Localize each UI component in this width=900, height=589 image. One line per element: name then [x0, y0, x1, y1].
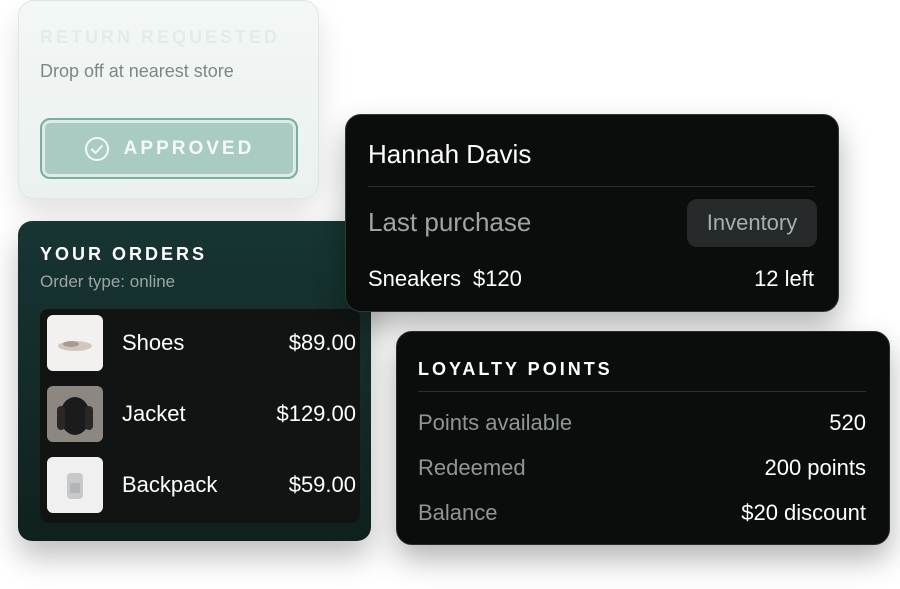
loyalty-points-card: LOYALTY POINTS Points available 520 Rede… [396, 331, 890, 545]
orders-subtitle: Order type: online [40, 272, 176, 291]
return-subtitle: Drop off at nearest store [40, 61, 234, 81]
order-name: Backpack [122, 472, 218, 497]
your-orders-card: YOUR ORDERS Order type: online Shoes $89… [18, 221, 371, 541]
divider [418, 391, 866, 392]
approved-label: APPROVED [123, 137, 255, 159]
order-name: Shoes [122, 330, 185, 355]
purchase-item-name: Sneakers [368, 266, 461, 291]
loyalty-title: LOYALTY POINTS [418, 359, 613, 379]
order-price: $89.00 [288, 330, 356, 355]
return-requested-card: RETURN REQUESTED Drop off at nearest sto… [18, 0, 319, 199]
order-name: Jacket [122, 401, 186, 426]
inventory-button[interactable]: Inventory [687, 199, 817, 247]
loyalty-value: $20 discount [741, 500, 866, 525]
return-title: RETURN REQUESTED [40, 27, 281, 47]
jacket-thumbnail [47, 386, 103, 442]
order-row-shoes[interactable]: Shoes $89.00 [40, 309, 360, 375]
loyalty-row-balance: Balance $20 discount [418, 500, 866, 530]
backpack-thumbnail [47, 457, 103, 513]
loyalty-label: Balance [418, 500, 498, 525]
check-circle-icon [84, 136, 110, 162]
order-price: $59.00 [288, 472, 356, 497]
loyalty-label: Points available [418, 410, 573, 435]
approved-button[interactable]: APPROVED [40, 118, 298, 179]
customer-name: Hannah Davis [368, 139, 532, 169]
orders-title: YOUR ORDERS [40, 244, 208, 264]
purchase-item: Sneakers $120 [368, 266, 522, 292]
purchase-item-price: $120 [472, 266, 522, 291]
loyalty-row-redeemed: Redeemed 200 points [418, 455, 866, 485]
loyalty-label: Redeemed [418, 455, 526, 480]
loyalty-row-points-available: Points available 520 [418, 410, 866, 440]
stock-left: 12 left [754, 266, 814, 291]
customer-card: Hannah Davis Last purchase Inventory Sne… [345, 114, 839, 312]
last-purchase-label: Last purchase [368, 207, 532, 237]
shoes-thumbnail [47, 315, 103, 371]
divider [368, 186, 815, 187]
order-row-jacket[interactable]: Jacket $129.00 [40, 380, 360, 446]
order-row-backpack[interactable]: Backpack $59.00 [40, 451, 360, 517]
orders-list: Shoes $89.00 Jacket $129.00 Backpack $59… [40, 309, 360, 523]
order-price: $129.00 [276, 401, 356, 426]
loyalty-value: 520 [829, 410, 866, 435]
loyalty-value: 200 points [764, 455, 866, 480]
